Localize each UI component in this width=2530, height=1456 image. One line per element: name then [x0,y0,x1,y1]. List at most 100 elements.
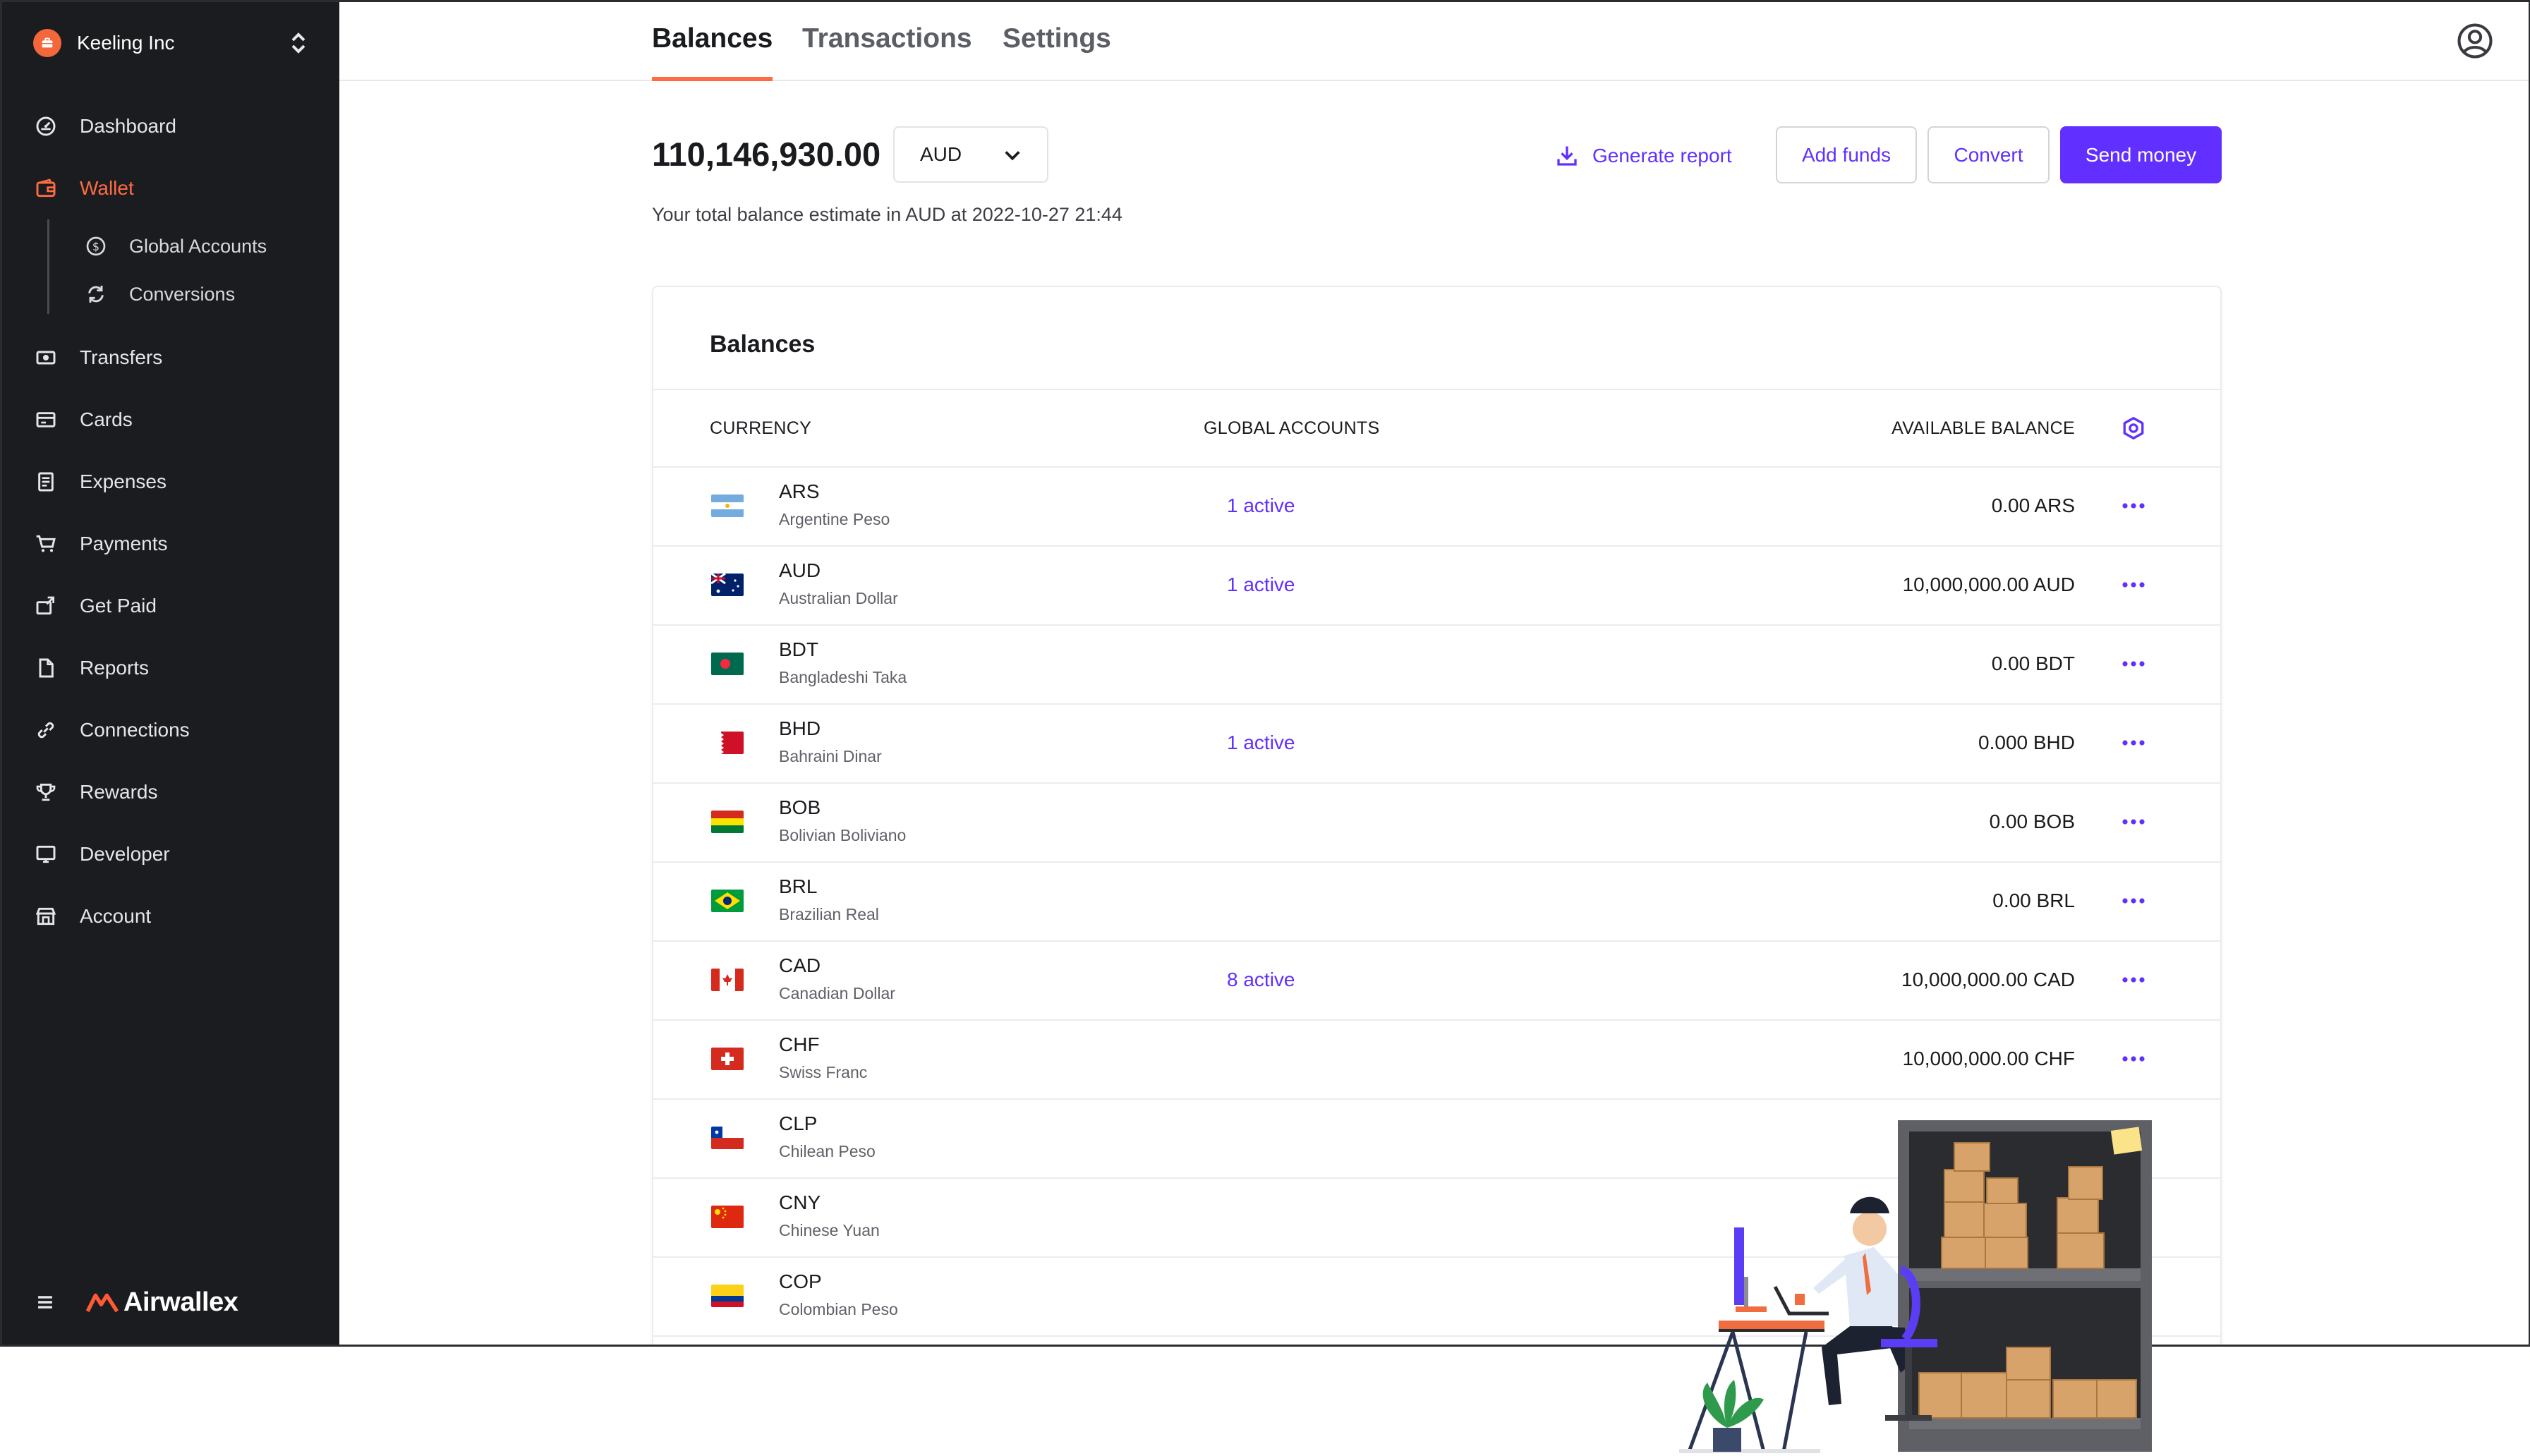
flag-clp-icon [711,1127,744,1149]
currency-name: Australian Dollar [779,589,898,607]
table-row[interactable]: BRL Brazilian Real 0.00 BRL [653,863,2220,942]
flag-brl-icon [711,890,744,912]
brand-name: Airwallex [123,1287,238,1317]
table-row[interactable]: CHF Swiss Franc 10,000,000.00 CHF [653,1021,2220,1100]
flag-cad-icon [711,969,744,991]
table-row[interactable]: ARS Argentine Peso 1 active 0.00 ARS [653,468,2220,547]
sidebar-item-label: Payments [80,533,168,554]
table-row[interactable]: BDT Bangladeshi Taka 0.00 BDT [653,626,2220,705]
available-balance: 0.00 BDT [1991,653,2075,674]
currency-code: CLP [779,1112,818,1134]
flag-bdt-icon [711,653,744,675]
sidebar-item-cards[interactable]: Cards [33,400,315,439]
col-header-available-balance: AVAILABLE BALANCE [1892,418,2075,438]
more-options-icon[interactable] [2119,734,2148,751]
generate-report-link[interactable]: Generate report [1554,140,1732,171]
add-funds-button[interactable]: Add funds [1776,126,1917,183]
sidebar-item-payments[interactable]: Payments [33,524,315,564]
available-balance: 0.00 BRL [1992,890,2075,911]
sidebar-item-dashboard[interactable]: Dashboard [33,107,315,146]
currency-code: COP [779,1270,822,1292]
airwallex-logo-icon [85,1293,119,1313]
download-icon [1557,146,1577,166]
more-options-icon[interactable] [2119,655,2148,672]
more-options-icon[interactable] [2119,813,2148,830]
table-row[interactable]: BHD Bahraini Dinar 1 active 0.000 BHD [653,705,2220,784]
sidebar-item-connections[interactable]: Connections [33,710,315,750]
total-balance: 110,146,930.00 [652,135,881,173]
sidebar-subitem-conversions[interactable]: Conversions [84,276,235,313]
currency-name: Brazilian Real [779,905,879,923]
currency-name: Bolivian Boliviano [779,826,907,844]
hamburger-menu-icon[interactable] [33,1290,57,1314]
convert-button[interactable]: Convert [1927,126,2050,183]
sidebar-item-expenses[interactable]: Expenses [33,462,315,502]
briefcase-icon [33,29,61,57]
available-balance: 10,000,000.00 CAD [1901,969,2075,990]
currency-name: Swiss Franc [779,1063,868,1081]
submenu-divider [47,219,49,314]
currency-code: BOB [779,796,821,818]
sidebar-subitem-global-accounts[interactable]: $ Global Accounts [84,228,267,265]
sidebar-item-get-paid[interactable]: Get Paid [33,586,315,626]
more-options-icon[interactable] [2119,892,2148,909]
table-row[interactable]: CAD Canadian Dollar 8 active 10,000,000.… [653,942,2220,1021]
flag-cop-icon [711,1285,744,1307]
sidebar-subitem-label: Conversions [129,283,236,305]
currency-code: BHD [779,717,821,739]
global-accounts-link[interactable]: 1 active [1227,732,1295,754]
org-switcher[interactable]: Keeling Inc [33,26,308,60]
settings-gear-icon[interactable] [2121,415,2146,441]
more-options-icon[interactable] [2119,497,2148,514]
available-balance: 10,000,000.00 AUD [1902,574,2075,595]
sidebar-item-account[interactable]: Account [33,897,315,936]
col-header-global-accounts: GLOBAL ACCOUNTS [1204,418,1380,438]
table-row[interactable]: BOB Bolivian Boliviano 0.00 BOB [653,784,2220,863]
link-icon [33,717,59,743]
table-row[interactable]: AUD Australian Dollar 1 active 10,000,00… [653,547,2220,626]
currency-name: Chilean Peso [779,1142,876,1160]
balances-title: Balances [710,331,816,358]
sidebar-item-transfers[interactable]: Transfers [33,338,315,377]
more-options-icon[interactable] [2119,576,2148,593]
table-header: CURRENCY GLOBAL ACCOUNTS AVAILABLE BALAN… [653,389,2220,468]
trophy-icon [33,779,59,805]
top-tabs: Balances Transactions Settings [339,2,2529,81]
warehouse-worker-illustration [1679,1120,2152,1453]
sidebar-item-developer[interactable]: Developer [33,835,315,874]
receipt-icon [33,469,59,495]
monitor-icon [33,842,59,867]
sidebar-item-label: Cards [80,408,133,430]
global-accounts-link[interactable]: 8 active [1227,969,1295,991]
global-accounts-link[interactable]: 1 active [1227,574,1295,596]
flag-cny-icon [711,1206,744,1228]
sidebar-item-wallet[interactable]: Wallet [33,169,315,208]
global-accounts-link[interactable]: 1 active [1227,495,1295,517]
send-money-button[interactable]: Send money [2060,126,2222,183]
currency-code: CHF [779,1033,820,1055]
sidebar-item-rewards[interactable]: Rewards [33,772,315,812]
balance-estimate-note: Your total balance estimate in AUD at 20… [652,204,1122,225]
flag-aud-icon [711,574,744,596]
chevron-up-down-icon [291,32,305,54]
currency-code: BDT [779,638,818,660]
currency-name: Bangladeshi Taka [779,668,907,686]
col-header-currency: CURRENCY [710,418,812,438]
currency-name: Argentine Peso [779,510,890,528]
tab-transactions[interactable]: Transactions [802,23,972,81]
tab-balances[interactable]: Balances [652,23,773,81]
sidebar-item-label: Connections [80,719,190,741]
currency-select-value: AUD [920,143,962,165]
more-options-icon[interactable] [2119,971,2148,988]
currency-code: CNY [779,1191,821,1213]
sidebar-item-reports[interactable]: Reports [33,648,315,688]
currency-name: Bahraini Dinar [779,747,882,765]
generate-report-label: Generate report [1592,145,1732,166]
more-options-icon[interactable] [2119,1050,2148,1067]
user-profile-icon[interactable] [2456,22,2494,60]
sidebar-item-label: Developer [80,843,170,865]
document-icon [33,655,59,681]
tab-settings[interactable]: Settings [1003,23,1111,81]
sidebar-item-label: Account [80,905,152,927]
currency-select[interactable]: AUD [893,126,1048,183]
